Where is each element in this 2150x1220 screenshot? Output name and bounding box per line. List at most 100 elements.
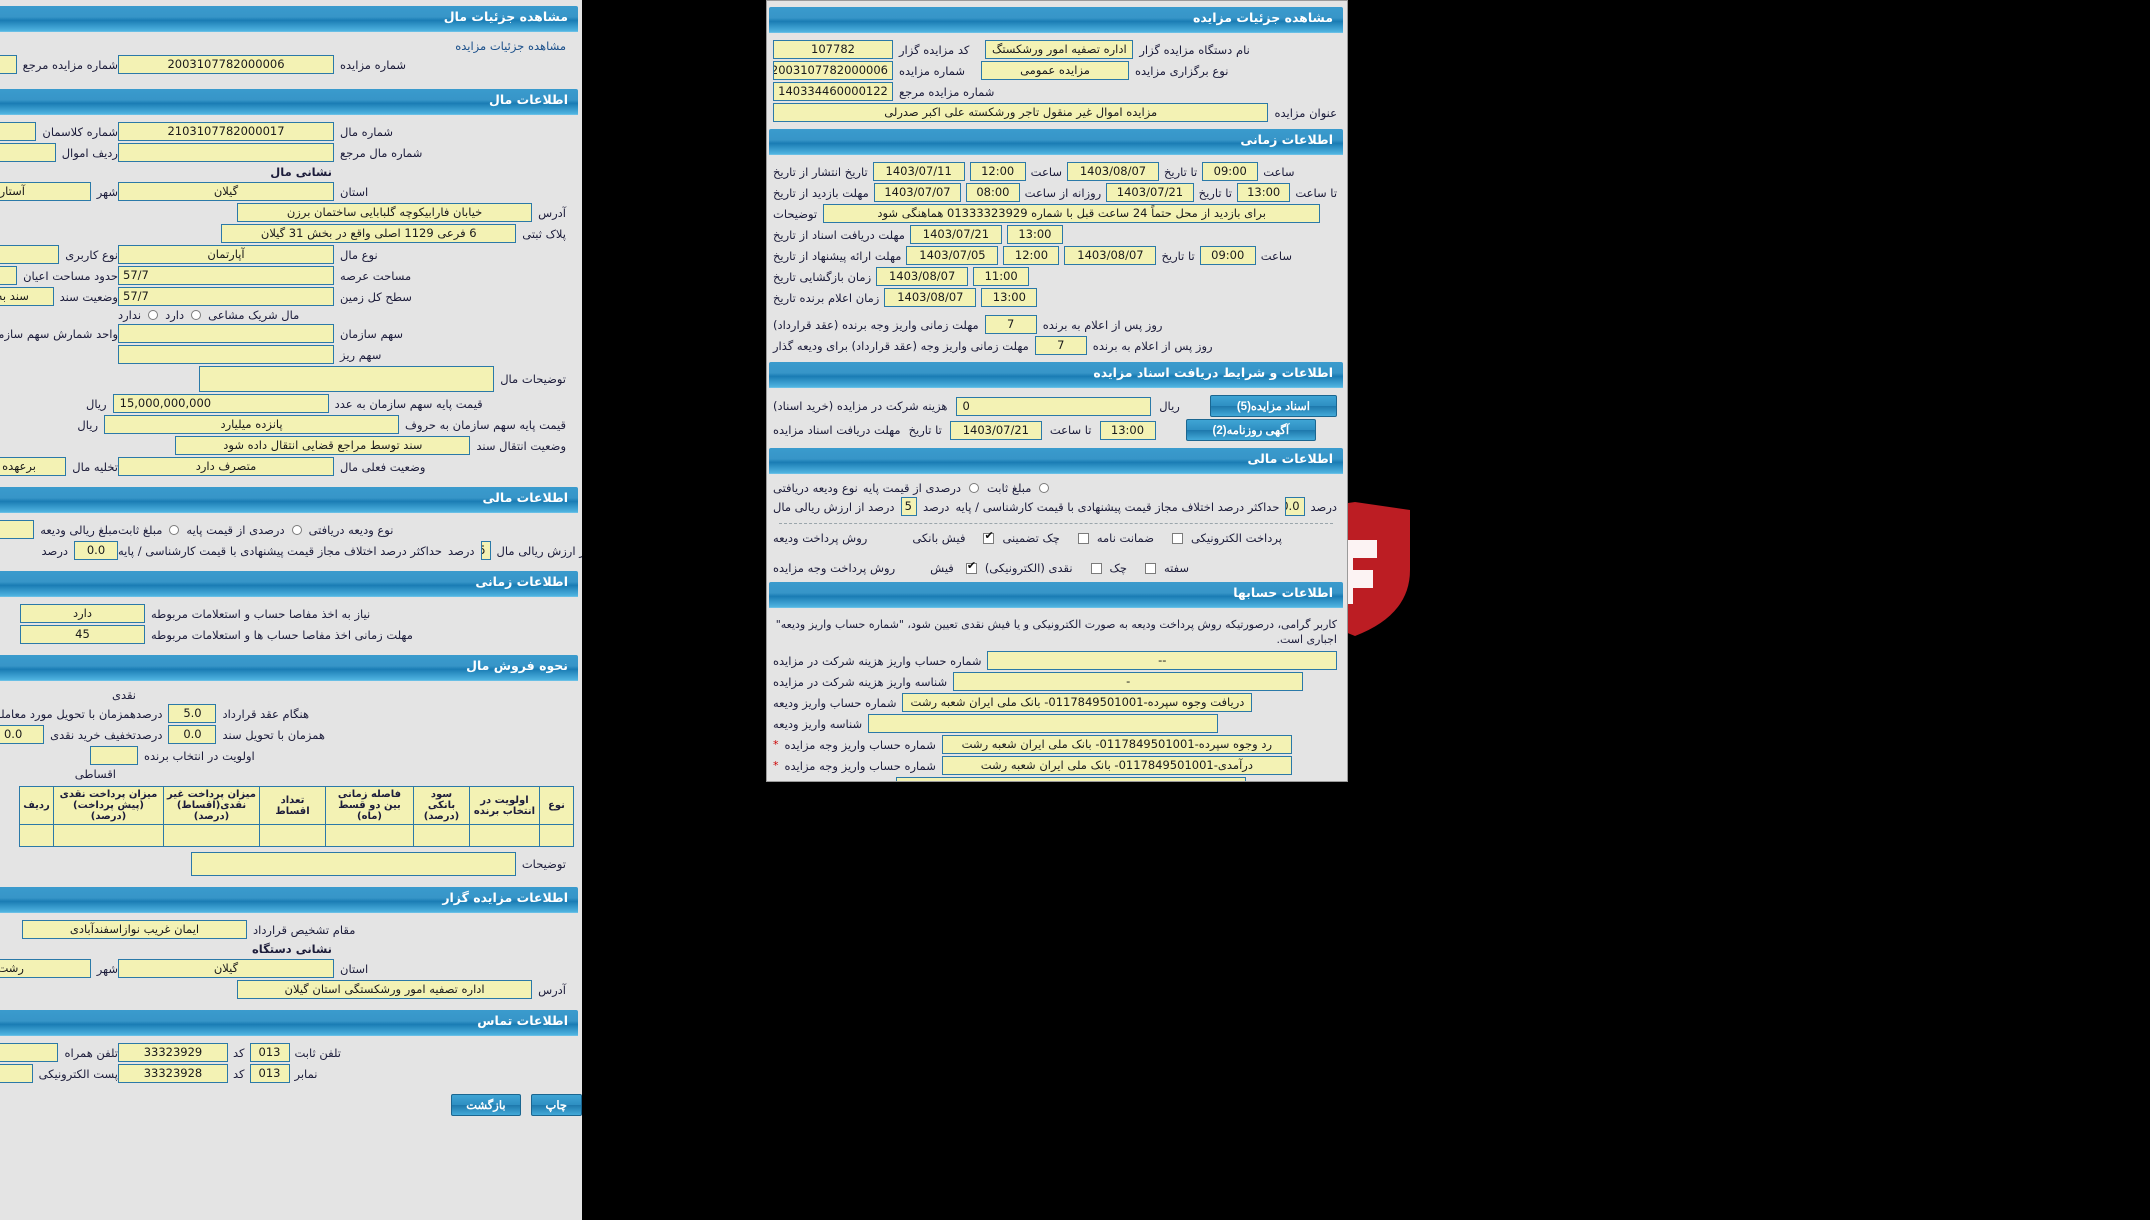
property-desc-value[interactable] bbox=[199, 366, 495, 392]
account-row-5-value[interactable]: درآمدی-0117849501001- بانک ملی ایران شعب… bbox=[941, 756, 1292, 775]
property-plaque-value[interactable]: 6 فرعی 1129 اصلی واقع در بخش 31 گیلان bbox=[221, 224, 517, 243]
doc-transfer-value[interactable]: سند توسط مراجع قضایی انتقال داده شود bbox=[175, 436, 471, 455]
auction-payment-3-checkbox[interactable] bbox=[1144, 562, 1156, 574]
mobile-value[interactable] bbox=[0, 1043, 59, 1062]
cash-discount-value[interactable]: 0.0 bbox=[0, 725, 45, 744]
visit-from-hour-value[interactable]: 08:00 bbox=[966, 183, 1020, 202]
modal-fixed-amount-radio[interactable] bbox=[1039, 483, 1050, 493]
classman-number-value[interactable] bbox=[0, 122, 37, 141]
left-print-button[interactable]: چاپ bbox=[530, 1094, 582, 1116]
participation-cost-value[interactable]: 0 bbox=[955, 396, 1152, 416]
auction-payment-0-checkbox[interactable] bbox=[965, 560, 977, 574]
publish-to-date-value[interactable]: 1403/08/07 bbox=[1066, 162, 1159, 181]
submit-from-hour-value[interactable]: 12:00 bbox=[1003, 246, 1060, 265]
clearance-time-value[interactable]: 45 bbox=[20, 625, 145, 644]
fine-share-value[interactable] bbox=[118, 345, 334, 364]
total-land-value[interactable]: 57/7 bbox=[118, 287, 334, 306]
account-row-1-value[interactable]: - bbox=[953, 672, 1304, 691]
publish-to-hour-value[interactable]: 09:00 bbox=[1202, 162, 1259, 181]
deposit-method-1-checkbox[interactable] bbox=[1077, 532, 1089, 544]
newspaper-ad-button[interactable]: آگهی روزنامه(2) bbox=[1185, 419, 1317, 441]
visit-to-hour-value[interactable]: 13:00 bbox=[1236, 183, 1291, 202]
account-row-6-value[interactable] bbox=[896, 777, 1247, 781]
evacuation-value[interactable]: برعهده دستگاه است bbox=[0, 457, 67, 476]
winner-hour-value[interactable]: 13:00 bbox=[981, 288, 1038, 307]
building-area-value[interactable]: 57/7 bbox=[0, 266, 18, 285]
visit-from-date-value[interactable]: 1403/07/07 bbox=[873, 183, 962, 202]
modal-auctioneer-name-value[interactable]: اداره تصفیه امور ورشکستگ bbox=[985, 40, 1134, 59]
ref-auction-number-value[interactable]: 140334460000122 bbox=[0, 55, 17, 74]
at-doc-value[interactable]: 0.0 bbox=[168, 725, 217, 744]
left-percent-of-base-radio[interactable] bbox=[291, 524, 302, 535]
doc-status-value[interactable]: سند به نام دولت نیست bbox=[0, 287, 54, 306]
deposit-method-0-checkbox[interactable] bbox=[1171, 532, 1183, 544]
receive-from-hour-value[interactable]: 13:00 bbox=[1006, 225, 1063, 244]
fax-value[interactable]: 33323928 bbox=[118, 1064, 228, 1083]
joint-owner-yes-radio[interactable] bbox=[191, 310, 202, 320]
auction-number-value[interactable]: 2003107782000006 bbox=[118, 55, 334, 74]
base-price-num-value[interactable]: 15,000,000,000 bbox=[112, 394, 329, 413]
property-address-value[interactable]: خیابان فارابیکوچه گلبابایی ساختمان برزن bbox=[237, 203, 533, 222]
deposit-deadline2-value[interactable]: 7 bbox=[1034, 336, 1087, 355]
deposit-deadline-value[interactable]: 7 bbox=[984, 315, 1037, 334]
modal-percent-of-base-radio[interactable] bbox=[969, 483, 980, 493]
joint-owner-no-radio[interactable] bbox=[148, 310, 159, 320]
usage-type-value[interactable]: مسکونی bbox=[0, 245, 60, 264]
property-city-value[interactable]: آستارا bbox=[0, 182, 91, 201]
account-row-0-value[interactable]: -- bbox=[987, 651, 1337, 670]
opening-date-value[interactable]: 1403/08/07 bbox=[876, 267, 969, 286]
phone-value[interactable]: 33323929 bbox=[118, 1043, 228, 1062]
device-address-value[interactable]: اداره تصفیه امور ورشکستگی استان گیلان bbox=[237, 980, 533, 999]
left-deposit-amount-value[interactable]: 750,000,000 bbox=[0, 520, 35, 539]
submit-from-date-value[interactable]: 1403/07/05 bbox=[906, 246, 999, 265]
modal-percent-of-value-value[interactable]: 5 bbox=[900, 497, 917, 516]
property-province-value[interactable]: گیلان bbox=[118, 182, 334, 201]
current-status-value[interactable]: متصرف دارد bbox=[118, 457, 334, 476]
modal-auction-number-value[interactable]: 2003107782000006 bbox=[773, 61, 893, 80]
publish-from-date-value[interactable]: 1403/07/11 bbox=[872, 162, 965, 181]
fax-code-value[interactable]: 013 bbox=[249, 1064, 290, 1083]
docs-deadline-hour-value[interactable]: 13:00 bbox=[1099, 420, 1156, 440]
base-price-text-value[interactable]: پانزده میلیارد bbox=[104, 415, 400, 434]
auction-payment-2-checkbox[interactable] bbox=[1090, 562, 1102, 574]
assets-row-value[interactable] bbox=[0, 143, 56, 162]
email-value[interactable] bbox=[0, 1064, 33, 1083]
selection-priority-value[interactable] bbox=[90, 746, 138, 765]
modal-max-diff-value[interactable]: 0.0 bbox=[1285, 497, 1305, 516]
at-contract-value[interactable]: 5.0 bbox=[168, 704, 217, 723]
submit-to-hour-value[interactable]: 09:00 bbox=[1199, 246, 1256, 265]
winner-date-value[interactable]: 1403/08/07 bbox=[884, 288, 977, 307]
visit-desc-value[interactable]: برای بازدید از محل حتماً 24 ساعت قبل با … bbox=[823, 204, 1321, 223]
left-back-button[interactable]: بازگشت bbox=[451, 1094, 521, 1116]
property-number-value[interactable]: 2103107782000017 bbox=[118, 122, 334, 141]
breadcrumb-auction-detail-link[interactable]: مشاهده جزئیات مزایده bbox=[455, 39, 566, 53]
receive-from-date-value[interactable]: 1403/07/21 bbox=[909, 225, 1002, 244]
org-share-value[interactable] bbox=[118, 324, 334, 343]
area-value[interactable]: 57/7 bbox=[118, 266, 334, 285]
device-city-value[interactable]: رشت bbox=[0, 959, 91, 978]
phone-code-value[interactable]: 013 bbox=[249, 1043, 290, 1062]
contract-officer-value[interactable]: ایمان غریب نوازاسفندآبادی bbox=[22, 920, 247, 939]
visit-to-date-value[interactable]: 1403/07/21 bbox=[1106, 183, 1194, 202]
left-max-diff-value[interactable]: 0.0 bbox=[74, 541, 118, 560]
deposit-method-2-checkbox[interactable] bbox=[983, 530, 995, 544]
publish-from-hour-value[interactable]: 12:00 bbox=[969, 162, 1026, 181]
property-type-value[interactable]: آپارتمان bbox=[118, 245, 334, 264]
opening-hour-value[interactable]: 11:00 bbox=[973, 267, 1030, 286]
left-percent-of-value-value[interactable]: 5 bbox=[480, 541, 491, 560]
device-province-value[interactable]: گیلان bbox=[118, 959, 334, 978]
sale-notes-value[interactable] bbox=[190, 852, 516, 876]
account-row-3-value[interactable] bbox=[868, 714, 1219, 733]
left-fixed-amount-radio[interactable] bbox=[169, 524, 180, 535]
modal-auction-type-value[interactable]: مزایده عمومی bbox=[981, 61, 1129, 80]
account-row-2-value[interactable]: دریافت وجوه سپرده-0117849501001- بانک مل… bbox=[902, 693, 1253, 712]
account-row-4-value[interactable]: رد وجوه سپرده-0117849501001- بانک ملی ای… bbox=[941, 735, 1292, 754]
modal-ref-auction-number-value[interactable]: 140334460000122 bbox=[773, 82, 893, 101]
modal-auction-title-value[interactable]: مزایده اموال غیر منقول تاجر ورشکسته علی … bbox=[773, 103, 1269, 122]
modal-auctioneer-code-value[interactable]: 107782 bbox=[773, 40, 893, 59]
auction-documents-button[interactable]: اسناد مزایده(5) bbox=[1209, 395, 1337, 417]
submit-to-date-value[interactable]: 1403/08/07 bbox=[1064, 246, 1157, 265]
docs-deadline-date-value[interactable]: 1403/07/21 bbox=[949, 420, 1042, 440]
need-clearance-value[interactable]: دارد bbox=[20, 604, 145, 623]
ref-property-number-value[interactable] bbox=[118, 143, 334, 162]
